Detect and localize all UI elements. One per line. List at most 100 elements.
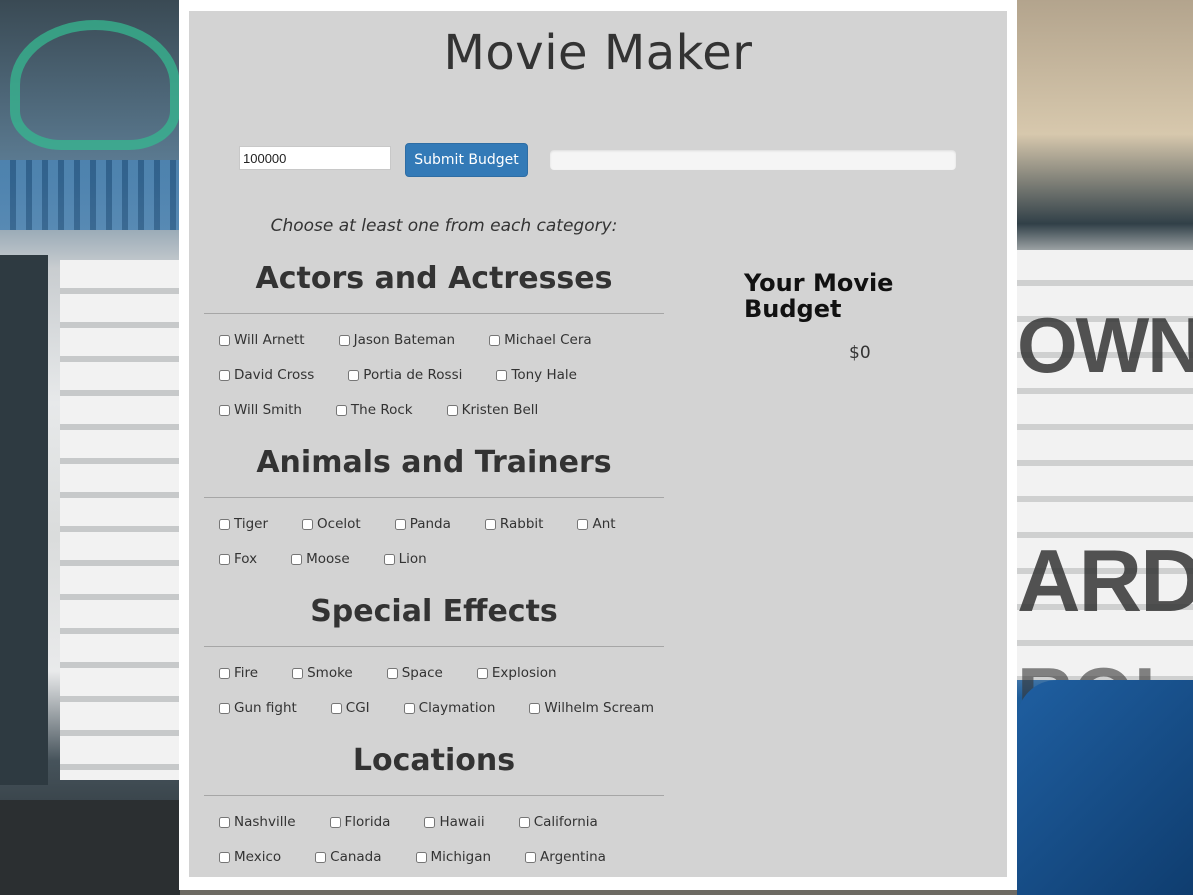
- option-row: Tiger Ocelot Panda Rabbit Ant: [219, 513, 650, 535]
- option-checkbox[interactable]: [329, 816, 341, 828]
- option-label: Nashville: [234, 814, 296, 830]
- option-label: Ocelot: [317, 516, 361, 532]
- submit-budget-button[interactable]: Submit Budget: [405, 143, 528, 177]
- option-checkbox[interactable]: [529, 702, 541, 714]
- option-checkbox[interactable]: [476, 667, 488, 679]
- budget-progress-bar: [550, 150, 956, 170]
- option-checkbox[interactable]: [219, 334, 230, 346]
- option-michael-cera[interactable]: Michael Cera: [489, 332, 592, 348]
- option-checkbox[interactable]: [403, 702, 415, 714]
- option-lion[interactable]: Lion: [383, 551, 427, 567]
- option-ant[interactable]: Ant: [577, 516, 616, 532]
- option-checkbox[interactable]: [291, 553, 303, 565]
- budget-input[interactable]: [239, 146, 391, 170]
- option-will-smith[interactable]: Will Smith: [219, 402, 302, 418]
- option-checkbox[interactable]: [386, 667, 398, 679]
- option-florida[interactable]: Florida: [329, 814, 390, 830]
- category-divider: [204, 646, 664, 647]
- option-canada[interactable]: Canada: [315, 849, 382, 865]
- option-jason-bateman[interactable]: Jason Bateman: [338, 332, 455, 348]
- page-title: Movie Maker: [443, 25, 753, 81]
- option-checkbox[interactable]: [348, 369, 360, 381]
- option-label: Gun fight: [234, 700, 297, 716]
- option-will-arnett[interactable]: Will Arnett: [219, 332, 305, 348]
- option-label: Ant: [592, 516, 616, 532]
- option-kristen-bell[interactable]: Kristen Bell: [446, 402, 538, 418]
- option-portia-de-rossi[interactable]: Portia de Rossi: [348, 367, 462, 383]
- option-row: Fire Smoke Space Explosion: [219, 662, 591, 684]
- option-label: Will Arnett: [234, 332, 305, 348]
- option-label: David Cross: [234, 367, 315, 383]
- option-smoke[interactable]: Smoke: [292, 665, 353, 681]
- option-checkbox[interactable]: [219, 518, 230, 530]
- option-rabbit[interactable]: Rabbit: [484, 516, 543, 532]
- option-the-rock[interactable]: The Rock: [335, 402, 413, 418]
- budget-summary-title: Your Movie Budget: [744, 269, 894, 323]
- option-hawaii[interactable]: Hawaii: [424, 814, 485, 830]
- option-label: Mexico: [234, 849, 282, 865]
- option-checkbox[interactable]: [394, 518, 406, 530]
- category-divider: [204, 795, 664, 796]
- option-checkbox[interactable]: [338, 334, 350, 346]
- option-checkbox[interactable]: [496, 369, 508, 381]
- option-david-cross[interactable]: David Cross: [219, 367, 314, 383]
- option-checkbox[interactable]: [219, 667, 230, 679]
- option-nashville[interactable]: Nashville: [219, 814, 296, 830]
- option-row: Nashville Florida Hawaii California: [219, 811, 632, 833]
- option-label: Explosion: [491, 665, 557, 681]
- option-panda[interactable]: Panda: [394, 516, 451, 532]
- option-checkbox[interactable]: [484, 518, 496, 530]
- option-argentina[interactable]: Argentina: [525, 849, 606, 865]
- instruction-text: Choose at least one from each category:: [270, 216, 618, 236]
- option-space[interactable]: Space: [386, 665, 443, 681]
- category-title: Special Effects: [310, 594, 558, 629]
- option-checkbox[interactable]: [219, 404, 230, 416]
- option-tony-hale[interactable]: Tony Hale: [496, 367, 577, 383]
- option-label: Smoke: [307, 665, 353, 681]
- option-ocelot[interactable]: Ocelot: [302, 516, 361, 532]
- option-michigan[interactable]: Michigan: [415, 849, 492, 865]
- option-checkbox[interactable]: [525, 851, 537, 863]
- option-moose[interactable]: Moose: [291, 551, 350, 567]
- option-label: Tony Hale: [511, 367, 577, 383]
- option-label: Fire: [234, 665, 259, 681]
- option-label: Lion: [398, 551, 427, 567]
- option-checkbox[interactable]: [489, 334, 501, 346]
- option-checkbox[interactable]: [219, 553, 230, 565]
- option-label: The Rock: [350, 402, 413, 418]
- category-divider: [204, 497, 664, 498]
- option-checkbox[interactable]: [302, 518, 314, 530]
- option-label: Moose: [306, 551, 350, 567]
- option-checkbox[interactable]: [315, 851, 327, 863]
- option-cgi[interactable]: CGI: [330, 700, 370, 716]
- category-title: Locations: [352, 743, 516, 778]
- option-fox[interactable]: Fox: [219, 551, 257, 567]
- option-label: Michigan: [430, 849, 492, 865]
- option-checkbox[interactable]: [446, 404, 458, 416]
- option-row: Will Smith The Rock Kristen Bell: [219, 399, 572, 421]
- option-checkbox[interactable]: [219, 369, 230, 381]
- option-checkbox[interactable]: [335, 404, 347, 416]
- option-california[interactable]: California: [518, 814, 598, 830]
- option-label: Will Smith: [234, 402, 302, 418]
- category-title: Actors and Actresses: [255, 261, 613, 296]
- option-explosion[interactable]: Explosion: [476, 665, 557, 681]
- option-checkbox[interactable]: [415, 851, 427, 863]
- option-checkbox[interactable]: [219, 816, 230, 828]
- option-checkbox[interactable]: [383, 553, 395, 565]
- option-claymation[interactable]: Claymation: [403, 700, 495, 716]
- option-mexico[interactable]: Mexico: [219, 849, 281, 865]
- option-checkbox[interactable]: [577, 518, 589, 530]
- option-label: Fox: [234, 551, 258, 567]
- option-wilhelm-scream[interactable]: Wilhelm Scream: [529, 700, 654, 716]
- option-checkbox[interactable]: [219, 851, 230, 863]
- option-gun-fight[interactable]: Gun fight: [219, 700, 297, 716]
- option-fire[interactable]: Fire: [219, 665, 258, 681]
- option-tiger[interactable]: Tiger: [219, 516, 268, 532]
- main-frame: Movie Maker Submit Budget Choose at leas…: [179, 0, 1017, 890]
- option-checkbox[interactable]: [292, 667, 304, 679]
- option-checkbox[interactable]: [219, 702, 230, 714]
- option-checkbox[interactable]: [424, 816, 436, 828]
- option-checkbox[interactable]: [330, 702, 342, 714]
- option-checkbox[interactable]: [518, 816, 530, 828]
